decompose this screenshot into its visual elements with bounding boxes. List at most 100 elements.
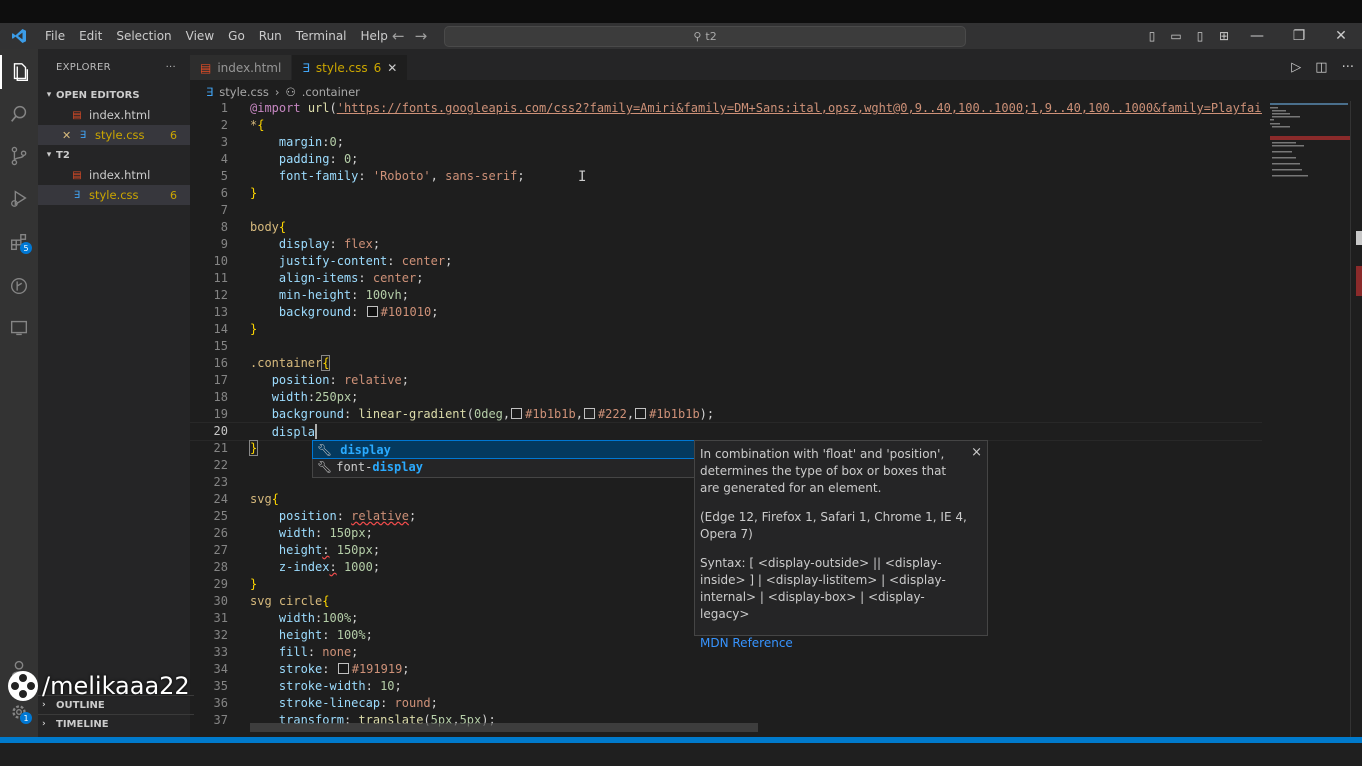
code-line-1: @import url('https://fonts.googleapis.co…: [250, 101, 1262, 115]
toggle-panel-icon[interactable]: ▭: [1164, 29, 1188, 43]
toggle-primary-sidebar-icon[interactable]: ▯: [1140, 29, 1164, 43]
minimap[interactable]: [1262, 101, 1356, 737]
problem-count: 6: [170, 188, 177, 202]
suggestion-item[interactable]: 🔧︎ display: [312, 440, 696, 459]
suggestion-item[interactable]: 🔧︎ font-display: [313, 458, 695, 475]
search-icon[interactable]: [0, 97, 38, 131]
breadcrumb-symbol[interactable]: .container: [302, 85, 360, 99]
file-index-html[interactable]: ▤ index.html: [38, 165, 190, 185]
line-number: 7: [220, 203, 228, 217]
video-letterbox-top: [0, 0, 1362, 23]
accounts-badge: 1: [20, 712, 32, 724]
menu-help[interactable]: Help: [354, 29, 395, 43]
menu-edit[interactable]: Edit: [72, 29, 109, 43]
code-line-8: body{: [250, 220, 287, 234]
line-number: 9: [220, 237, 228, 251]
more-actions-icon[interactable]: ···: [1342, 60, 1354, 75]
extensions-icon[interactable]: 5: [0, 225, 38, 259]
line-number: 25: [213, 509, 228, 523]
menu-view[interactable]: View: [179, 29, 221, 43]
split-editor-icon[interactable]: ◫: [1315, 60, 1327, 75]
code-line-12: min-height: 100vh;: [278, 288, 409, 302]
line-number: 34: [213, 662, 228, 676]
title-bar: File Edit Selection View Go Run Terminal…: [0, 23, 1362, 49]
gitlens-icon[interactable]: [0, 269, 38, 303]
run-icon[interactable]: ▷: [1291, 60, 1301, 75]
command-center-search[interactable]: ⚲ t2: [444, 26, 966, 47]
line-number: 31: [213, 611, 228, 625]
tab-index-html[interactable]: ▤ index.html: [190, 55, 293, 80]
more-actions-icon[interactable]: ···: [166, 62, 176, 73]
mdn-reference-link[interactable]: MDN Reference: [700, 635, 967, 652]
suggestion-details: × In combination with 'float' and 'posit…: [694, 440, 988, 650]
css-file-icon: ∃: [73, 189, 81, 201]
source-control-icon[interactable]: [0, 139, 38, 173]
close-window-button[interactable]: ✕: [1320, 28, 1362, 44]
watermark: /melikaaa22: [8, 670, 190, 702]
code-line-28: z-index: 1000;: [278, 560, 381, 574]
html-file-icon: ▤: [72, 109, 82, 121]
explorer-icon[interactable]: [0, 55, 38, 89]
open-editor-index-html[interactable]: ▤ index.html: [38, 105, 190, 125]
explorer-title: EXPLORER: [56, 61, 111, 73]
line-number: 23: [213, 475, 228, 489]
menu-selection[interactable]: Selection: [109, 29, 178, 43]
vscode-logo-icon: [0, 28, 38, 44]
line-number: 36: [213, 696, 228, 710]
file-style-css[interactable]: ∃ style.css 6: [38, 185, 190, 205]
open-editor-style-css[interactable]: ✕ ∃ style.css 6: [38, 125, 190, 145]
error-marker: [1356, 266, 1362, 296]
chevron-right-icon: ›: [42, 719, 46, 729]
chevron-down-icon: ▾: [46, 150, 52, 160]
line-number: 20: [213, 424, 228, 438]
code-line-3: margin:0;: [278, 135, 344, 149]
line-number: 37: [213, 713, 228, 727]
doc-description: In combination with 'float' and 'positio…: [700, 447, 947, 495]
folder-t2-section[interactable]: ▾ T2: [38, 145, 190, 165]
menu-go[interactable]: Go: [221, 29, 252, 43]
breadcrumb-file[interactable]: style.css: [219, 85, 269, 99]
breadcrumb: ∃ style.css › ⚇ .container: [190, 83, 360, 101]
menu-terminal[interactable]: Terminal: [289, 29, 354, 43]
ibeam-cursor-icon: I: [578, 169, 587, 185]
customize-layout-icon[interactable]: ⊞: [1212, 29, 1236, 43]
code-line-25: position: relative;: [278, 509, 417, 523]
doc-syntax: Syntax: [ <display-outside> || <display-…: [700, 556, 946, 621]
line-number: 8: [220, 220, 228, 234]
minimize-button[interactable]: —: [1236, 28, 1278, 44]
typed-text[interactable]: displa: [272, 425, 315, 439]
code-line-33: fill: none;: [278, 645, 359, 659]
code-line-21: }: [248, 440, 259, 456]
wrench-icon: 🔧︎: [317, 459, 333, 474]
line-number: 3: [220, 135, 228, 149]
code-line-9: display: flex;: [278, 237, 381, 251]
doc-browsers: (Edge 12, Firefox 1, Safari 1, Chrome 1,…: [700, 510, 967, 541]
back-arrow-icon[interactable]: ←: [392, 27, 405, 45]
line-number: 12: [213, 288, 228, 302]
remote-explorer-icon[interactable]: [0, 311, 38, 345]
line-number: 30: [213, 594, 228, 608]
line-number: 14: [213, 322, 228, 336]
code-line-32: height: 100%;: [278, 628, 373, 642]
timeline-section[interactable]: › TIMELINE: [38, 714, 194, 733]
import-url[interactable]: 'https://fonts.googleapis.com/css2?famil…: [337, 101, 1262, 115]
extensions-badge: 5: [20, 242, 32, 254]
horizontal-scrollbar[interactable]: [250, 723, 758, 732]
run-debug-icon[interactable]: [0, 181, 38, 215]
toggle-secondary-sidebar-icon[interactable]: ▯: [1188, 29, 1212, 43]
line-number: 5: [220, 169, 228, 183]
forward-arrow-icon[interactable]: →: [415, 27, 428, 45]
menu-run[interactable]: Run: [252, 29, 289, 43]
css-file-icon: ∃: [206, 85, 214, 99]
film-reel-icon: [8, 671, 38, 701]
close-details-icon[interactable]: ×: [971, 444, 982, 461]
code-line-11: align-items: center;: [278, 271, 424, 285]
restore-button[interactable]: ❐: [1278, 28, 1320, 44]
menu-file[interactable]: File: [38, 29, 72, 43]
close-tab-icon[interactable]: ✕: [387, 61, 397, 75]
suggestion-widget: 🔧︎ display 🔧︎ font-display: [312, 440, 696, 478]
open-editors-section[interactable]: ▾ OPEN EDITORS: [38, 85, 190, 105]
vertical-scrollbar[interactable]: [1350, 101, 1362, 737]
close-editor-icon[interactable]: ✕: [62, 129, 74, 142]
tab-style-css[interactable]: ∃ style.css 6 ✕: [292, 55, 409, 80]
